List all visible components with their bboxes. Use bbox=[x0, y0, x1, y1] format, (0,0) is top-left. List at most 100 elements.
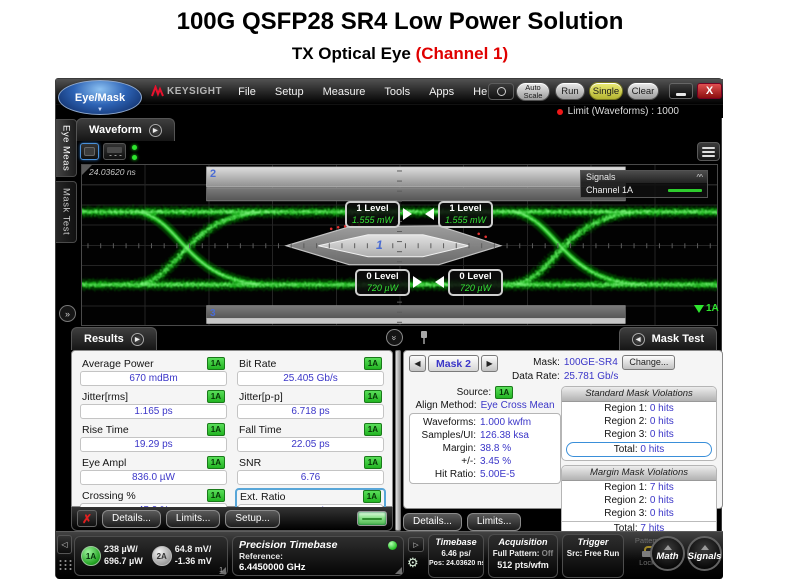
scroll-left-button[interactable]: ◁ bbox=[57, 535, 72, 554]
subtitle-channel: (Channel 1) bbox=[416, 44, 509, 63]
status-green-icon bbox=[388, 541, 397, 550]
waveform-tab[interactable]: Waveform ▶ bbox=[76, 118, 175, 141]
panel-splitter[interactable] bbox=[395, 350, 401, 531]
measurement-rise-time[interactable]: Rise Time1A 19.29 ps bbox=[78, 422, 229, 453]
menu-setup[interactable]: Setup bbox=[275, 86, 304, 98]
mask-test-tab[interactable]: ◀ Mask Test bbox=[619, 327, 717, 350]
tab-eye-meas[interactable]: Eye Meas bbox=[56, 119, 77, 177]
zero-level-annotation-left: 0 Level720 µW bbox=[355, 269, 410, 296]
source-label: Source: bbox=[457, 387, 491, 398]
math-button[interactable]: Math bbox=[650, 536, 685, 571]
measurement-snr[interactable]: SNR1A 6.76 bbox=[235, 455, 386, 486]
channel-2a-scale: 64.8 mV/-1.36 mV bbox=[175, 544, 212, 567]
measurement-jitter-rms[interactable]: Jitter[rms]1A 1.165 ps bbox=[78, 389, 229, 420]
mask-selector-label[interactable]: Mask 2 bbox=[428, 355, 479, 372]
screenshot-camera-button[interactable] bbox=[488, 83, 514, 100]
sidebar-expand-button[interactable]: » bbox=[59, 305, 76, 322]
source-badge: 1A bbox=[364, 357, 382, 370]
source-badge: 1A bbox=[207, 489, 225, 502]
one-level-annotation-right: 1 Level1.555 mW bbox=[438, 201, 493, 228]
tab-mask-test-side[interactable]: Mask Test bbox=[56, 181, 77, 243]
keypad-tool-button[interactable] bbox=[103, 143, 126, 160]
eye-mask-app-button[interactable]: Eye/Mask ▼ bbox=[58, 80, 142, 115]
menu-tools[interactable]: Tools bbox=[384, 86, 410, 98]
menu-measure[interactable]: Measure bbox=[323, 86, 366, 98]
auto-scale-button[interactable]: Auto Scale bbox=[516, 82, 550, 101]
channel-status-box[interactable]: 1A 238 µW/696.7 µW 2A 64.8 mV/-1.36 mV 1 bbox=[74, 536, 228, 576]
next-mask-button[interactable]: ▶ bbox=[481, 355, 498, 372]
source-badge: 1A bbox=[207, 456, 225, 469]
prev-mask-button[interactable]: ◀ bbox=[409, 355, 426, 372]
resize-grip-icon bbox=[219, 567, 226, 574]
measurement-average-power[interactable]: Average Power1A 670 mdBm bbox=[78, 356, 229, 387]
menu-file[interactable]: File bbox=[238, 86, 256, 98]
source-badge: 1A bbox=[207, 390, 225, 403]
data-rate-label: Data Rate: bbox=[512, 371, 560, 382]
measurement-bit-rate[interactable]: Bit Rate1A 25.405 Gb/s bbox=[235, 356, 386, 387]
collapse-panel-button[interactable]: » bbox=[386, 329, 403, 346]
trigger-box[interactable]: Trigger Src: Free Run bbox=[562, 534, 624, 578]
results-tab[interactable]: Results ▶ bbox=[71, 327, 157, 350]
collapse-left-circle-icon[interactable]: ◀ bbox=[632, 333, 645, 346]
pin-icon[interactable] bbox=[419, 331, 429, 345]
chevron-down-icon: ▼ bbox=[97, 107, 103, 113]
single-button[interactable]: Single bbox=[589, 82, 623, 100]
change-mask-button[interactable]: Change... bbox=[622, 355, 675, 370]
menubar: KEYSIGHT File Setup Measure Tools Apps H… bbox=[56, 79, 723, 105]
camera-icon bbox=[497, 87, 506, 96]
arrow-up-icon bbox=[664, 545, 672, 550]
dock-grid-icon[interactable] bbox=[58, 559, 72, 571]
close-button[interactable]: X bbox=[697, 83, 722, 99]
precision-timebase-box[interactable]: Precision Timebase Reference: 6.4450000 … bbox=[232, 536, 404, 576]
source-badge: 1A bbox=[207, 423, 225, 436]
mask-limits-button[interactable]: Limits... bbox=[467, 513, 521, 531]
menu-apps[interactable]: Apps bbox=[429, 86, 454, 98]
measurement-fall-time[interactable]: Fall Time1A 22.05 ps bbox=[235, 422, 386, 453]
app-button-label: Eye/Mask bbox=[75, 92, 125, 104]
gear-icon[interactable]: ⚙ bbox=[407, 556, 419, 569]
play-circle-icon[interactable]: ▶ bbox=[149, 124, 162, 137]
timebase-position: Pos: 24.03620 ns bbox=[429, 559, 483, 568]
run-button[interactable]: Run bbox=[555, 82, 585, 100]
clear-button[interactable]: Clear bbox=[627, 82, 659, 100]
arrow-right-icon bbox=[403, 208, 412, 220]
collapse-chevron-icon[interactable]: ^^ bbox=[696, 173, 702, 182]
minimize-button[interactable] bbox=[669, 83, 693, 99]
timebase-box[interactable]: Timebase 6.46 ps/ Pos: 24.03620 ns bbox=[428, 534, 484, 578]
reference-label: Reference: bbox=[239, 551, 397, 562]
keysight-logo-icon bbox=[151, 85, 164, 98]
mask-details-button[interactable]: Details... bbox=[403, 513, 462, 531]
source-badge: 1A bbox=[207, 357, 225, 370]
status-led-icons bbox=[132, 145, 137, 165]
measurement-jitter-pp[interactable]: Jitter[p-p]1A 6.718 ps bbox=[235, 389, 386, 420]
arrow-left-icon bbox=[425, 208, 434, 220]
standard-mask-violations: Standard Mask Violations Region 1: 0 hit… bbox=[561, 386, 717, 461]
channel-1a-badge[interactable]: 1A bbox=[81, 546, 101, 566]
signals-button[interactable]: Signals bbox=[687, 536, 722, 571]
time-position-label: 24.03620 ns bbox=[89, 167, 136, 177]
results-limits-button[interactable]: Limits... bbox=[166, 510, 220, 528]
mask-identity: Mask: 100GE-SR4 Change... Data Rate: 25.… bbox=[512, 355, 675, 382]
scroll-right-button[interactable]: ▷ bbox=[408, 537, 424, 552]
channel-2a-badge[interactable]: 2A bbox=[152, 546, 172, 566]
acquisition-box[interactable]: Acquisition Full Pattern: Off 512 pts/wf… bbox=[488, 534, 558, 578]
eye-diagram-plot[interactable]: 24.03620 ns 2 3 1 Signals ^^ Channel 1A … bbox=[81, 164, 718, 326]
marker-tool-button[interactable] bbox=[80, 143, 99, 160]
data-rate-value: 25.781 Gb/s bbox=[564, 371, 618, 382]
measurement-eye-ampl[interactable]: Eye Ampl1A 836.0 µW bbox=[78, 455, 229, 486]
mask-value: 100GE-SR4 bbox=[564, 357, 618, 368]
signals-legend[interactable]: Signals ^^ Channel 1A bbox=[580, 170, 708, 198]
results-details-button[interactable]: Details... bbox=[102, 510, 161, 528]
play-circle-icon[interactable]: ▶ bbox=[131, 333, 144, 346]
minimize-icon bbox=[676, 93, 686, 96]
display-menu-button[interactable] bbox=[697, 142, 720, 161]
arrow-down-icon bbox=[694, 305, 704, 313]
menu-items: File Setup Measure Tools Apps Help bbox=[238, 86, 496, 98]
status-line: Limit (Waveforms) : 1000 bbox=[56, 105, 723, 118]
results-setup-button[interactable]: Setup... bbox=[225, 510, 279, 528]
source-badge: 1A bbox=[364, 423, 382, 436]
resize-grip-icon bbox=[395, 567, 402, 574]
one-level-annotation-left: 1 Level1.555 mW bbox=[345, 201, 400, 228]
results-toolbar: ✗ Details... Limits... Setup... bbox=[71, 507, 393, 531]
delete-measurement-button[interactable]: ✗ bbox=[77, 510, 97, 527]
